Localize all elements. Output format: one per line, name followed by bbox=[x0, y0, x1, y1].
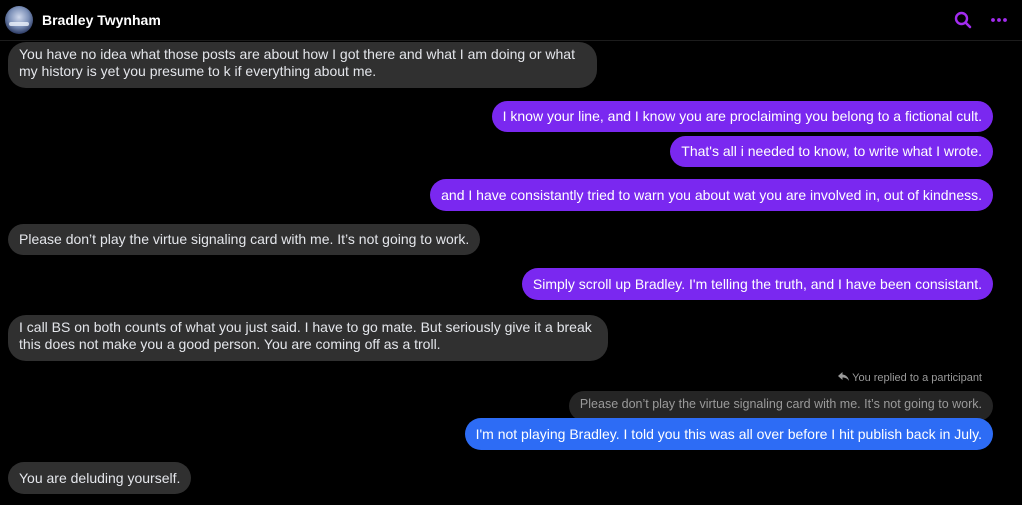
reply-indicator: You replied to a participant bbox=[838, 372, 982, 384]
outgoing-message[interactable]: Simply scroll up Bradley. I'm telling th… bbox=[521, 268, 993, 300]
outgoing-reply-message[interactable]: I'm not playing Bradley. I told you this… bbox=[464, 418, 993, 450]
incoming-message[interactable]: I call BS on both counts of what you jus… bbox=[8, 315, 608, 361]
quoted-message[interactable]: Please don’t play the virtue signaling c… bbox=[568, 391, 993, 421]
chat-header: Bradley Twynham bbox=[0, 0, 1022, 41]
reply-label: You replied to a participant bbox=[852, 372, 982, 385]
reply-arrow-icon bbox=[838, 372, 852, 384]
avatar[interactable] bbox=[5, 6, 33, 34]
incoming-message[interactable]: You are deluding yourself. bbox=[8, 462, 192, 494]
more-icon[interactable] bbox=[989, 10, 1009, 30]
outgoing-message[interactable]: I know your line, and I know you are pro… bbox=[491, 101, 993, 132]
search-icon[interactable] bbox=[953, 10, 973, 30]
outgoing-message[interactable]: That's all i needed to know, to write wh… bbox=[670, 136, 993, 167]
incoming-message[interactable]: Please don’t play the virtue signaling c… bbox=[8, 224, 481, 255]
incoming-message[interactable]: You have no idea what those posts are ab… bbox=[8, 42, 597, 88]
contact-name[interactable]: Bradley Twynham bbox=[42, 12, 161, 28]
outgoing-message[interactable]: and I have consistantly tried to warn yo… bbox=[430, 179, 993, 211]
